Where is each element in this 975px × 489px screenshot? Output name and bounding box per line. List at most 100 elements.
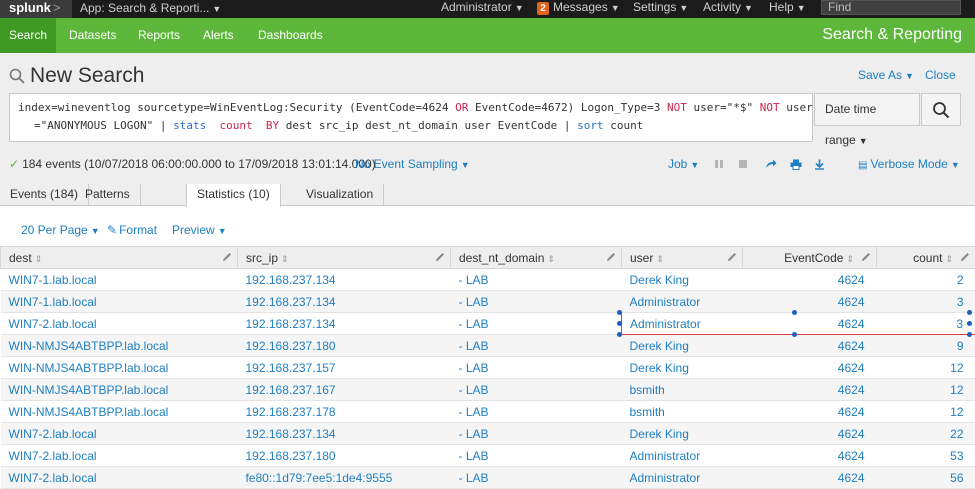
splunk-logo[interactable]: splunk> bbox=[0, 0, 72, 18]
cell-dest-nt-domain[interactable]: - LAB bbox=[451, 357, 622, 379]
job-menu[interactable]: Job▼ bbox=[668, 157, 699, 171]
cell-dest-nt-domain[interactable]: - LAB bbox=[451, 269, 622, 291]
cell-count[interactable]: 12 bbox=[877, 357, 975, 379]
cell-user[interactable]: Administrator bbox=[622, 313, 743, 335]
pencil-icon[interactable] bbox=[727, 252, 737, 262]
cell-count[interactable]: 2 bbox=[877, 269, 975, 291]
cell-eventcode[interactable]: 4624 bbox=[743, 269, 877, 291]
cell-user[interactable]: Derek King bbox=[622, 423, 743, 445]
format-menu[interactable]: ✎Format bbox=[107, 223, 157, 237]
export-icon[interactable] bbox=[814, 159, 825, 170]
nav-alerts[interactable]: Alerts bbox=[194, 18, 243, 53]
pencil-icon[interactable] bbox=[435, 252, 445, 262]
cell-eventcode[interactable]: 4624 bbox=[743, 291, 877, 313]
cell-dest[interactable]: WIN-NMJS4ABTBPP.lab.local bbox=[1, 379, 238, 401]
cell-dest-nt-domain[interactable]: - LAB bbox=[451, 335, 622, 357]
close-link[interactable]: Close bbox=[925, 68, 956, 82]
cell-dest[interactable]: WIN7-1.lab.local bbox=[1, 291, 238, 313]
cell-user[interactable]: Derek King bbox=[622, 357, 743, 379]
nav-search[interactable]: Search bbox=[0, 18, 56, 53]
cell-eventcode[interactable]: 4624 bbox=[743, 379, 877, 401]
cell-dest[interactable]: WIN-NMJS4ABTBPP.lab.local bbox=[1, 335, 238, 357]
selection-handle[interactable] bbox=[967, 310, 972, 315]
cell-src-ip[interactable]: 192.168.237.134 bbox=[238, 313, 451, 335]
event-sampling-menu[interactable]: No Event Sampling▼ bbox=[355, 157, 470, 171]
find-input[interactable]: Find bbox=[821, 0, 961, 15]
cell-dest-nt-domain[interactable]: - LAB bbox=[451, 423, 622, 445]
cell-eventcode[interactable]: 4624 bbox=[743, 467, 877, 489]
cell-src-ip[interactable]: 192.168.237.134 bbox=[238, 291, 451, 313]
cell-eventcode[interactable]: 4624 bbox=[743, 357, 877, 379]
cell-dest[interactable]: WIN7-2.lab.local bbox=[1, 467, 238, 489]
cell-eventcode[interactable]: 4624 bbox=[743, 401, 877, 423]
tab-statistics[interactable]: Statistics (10) bbox=[186, 184, 281, 207]
column-header-count[interactable]: count⇕ bbox=[877, 247, 975, 269]
share-icon[interactable] bbox=[765, 159, 777, 169]
messages-menu[interactable]: 2Messages▼ bbox=[537, 0, 620, 16]
cell-user[interactable]: Administrator bbox=[622, 467, 743, 489]
nav-dashboards[interactable]: Dashboards bbox=[249, 18, 332, 53]
cell-user[interactable]: bsmith bbox=[622, 379, 743, 401]
search-button[interactable] bbox=[921, 93, 961, 126]
selection-handle[interactable] bbox=[792, 310, 797, 315]
cell-user[interactable]: bsmith bbox=[622, 401, 743, 423]
print-icon[interactable] bbox=[790, 159, 802, 170]
user-menu[interactable]: Administrator▼ bbox=[441, 0, 524, 16]
cell-count[interactable]: 3 bbox=[877, 291, 975, 313]
help-menu[interactable]: Help▼ bbox=[769, 0, 806, 16]
selection-handle[interactable] bbox=[792, 332, 797, 337]
cell-count[interactable]: 3 bbox=[877, 313, 975, 335]
search-mode-menu[interactable]: ▤Verbose Mode▼ bbox=[858, 157, 960, 171]
pencil-icon[interactable] bbox=[222, 252, 232, 262]
cell-eventcode[interactable]: 4624 bbox=[743, 445, 877, 467]
tab-patterns[interactable]: Patterns bbox=[75, 184, 141, 206]
preview-menu[interactable]: Preview▼ bbox=[172, 223, 227, 237]
pencil-icon[interactable] bbox=[960, 252, 970, 262]
selection-handle[interactable] bbox=[617, 310, 622, 315]
cell-dest[interactable]: WIN7-2.lab.local bbox=[1, 445, 238, 467]
nav-reports[interactable]: Reports bbox=[129, 18, 189, 53]
column-header-src-ip[interactable]: src_ip⇕ bbox=[238, 247, 451, 269]
cell-count[interactable]: 12 bbox=[877, 379, 975, 401]
cell-user[interactable]: Derek King bbox=[622, 269, 743, 291]
cell-count[interactable]: 53 bbox=[877, 445, 975, 467]
cell-dest-nt-domain[interactable]: - LAB bbox=[451, 313, 622, 335]
cell-src-ip[interactable]: 192.168.237.180 bbox=[238, 335, 451, 357]
pencil-icon[interactable] bbox=[606, 252, 616, 262]
cell-src-ip[interactable]: 192.168.237.157 bbox=[238, 357, 451, 379]
cell-src-ip[interactable]: 192.168.237.134 bbox=[238, 269, 451, 291]
cell-dest-nt-domain[interactable]: - LAB bbox=[451, 445, 622, 467]
cell-dest[interactable]: WIN-NMJS4ABTBPP.lab.local bbox=[1, 357, 238, 379]
selection-handle[interactable] bbox=[967, 332, 972, 337]
cell-dest-nt-domain[interactable]: - LAB bbox=[451, 379, 622, 401]
cell-dest[interactable]: WIN7-2.lab.local bbox=[1, 313, 238, 335]
pause-icon[interactable] bbox=[714, 159, 724, 169]
cell-dest-nt-domain[interactable]: - LAB bbox=[451, 467, 622, 489]
cell-user[interactable]: Administrator bbox=[622, 445, 743, 467]
cell-eventcode[interactable]: 4624 bbox=[743, 423, 877, 445]
cell-user[interactable]: Administrator bbox=[622, 291, 743, 313]
selection-handle[interactable] bbox=[617, 321, 622, 326]
search-query-input[interactable]: index=wineventlog sourcetype=WinEventLog… bbox=[9, 93, 813, 142]
cell-count[interactable]: 12 bbox=[877, 401, 975, 423]
stop-icon[interactable] bbox=[738, 159, 748, 169]
cell-src-ip[interactable]: 192.168.237.134 bbox=[238, 423, 451, 445]
save-as-menu[interactable]: Save As▼ bbox=[858, 68, 914, 82]
cell-count[interactable]: 22 bbox=[877, 423, 975, 445]
per-page-menu[interactable]: 20 Per Page▼ bbox=[21, 223, 100, 237]
cell-dest-nt-domain[interactable]: - LAB bbox=[451, 401, 622, 423]
cell-user[interactable]: Derek King bbox=[622, 335, 743, 357]
activity-menu[interactable]: Activity▼ bbox=[703, 0, 753, 16]
pencil-icon[interactable] bbox=[861, 252, 871, 262]
selection-handle[interactable] bbox=[967, 321, 972, 326]
selection-handle[interactable] bbox=[617, 332, 622, 337]
cell-dest[interactable]: WIN-NMJS4ABTBPP.lab.local bbox=[1, 401, 238, 423]
cell-dest[interactable]: WIN7-2.lab.local bbox=[1, 423, 238, 445]
cell-src-ip[interactable]: fe80::1d79:7ee5:1de4:9555 bbox=[238, 467, 451, 489]
nav-datasets[interactable]: Datasets bbox=[60, 18, 125, 53]
cell-dest-nt-domain[interactable]: - LAB bbox=[451, 291, 622, 313]
settings-menu[interactable]: Settings▼ bbox=[633, 0, 688, 16]
column-header-user[interactable]: user⇕ bbox=[622, 247, 743, 269]
cell-src-ip[interactable]: 192.168.237.178 bbox=[238, 401, 451, 423]
cell-eventcode[interactable]: 4624 bbox=[743, 335, 877, 357]
